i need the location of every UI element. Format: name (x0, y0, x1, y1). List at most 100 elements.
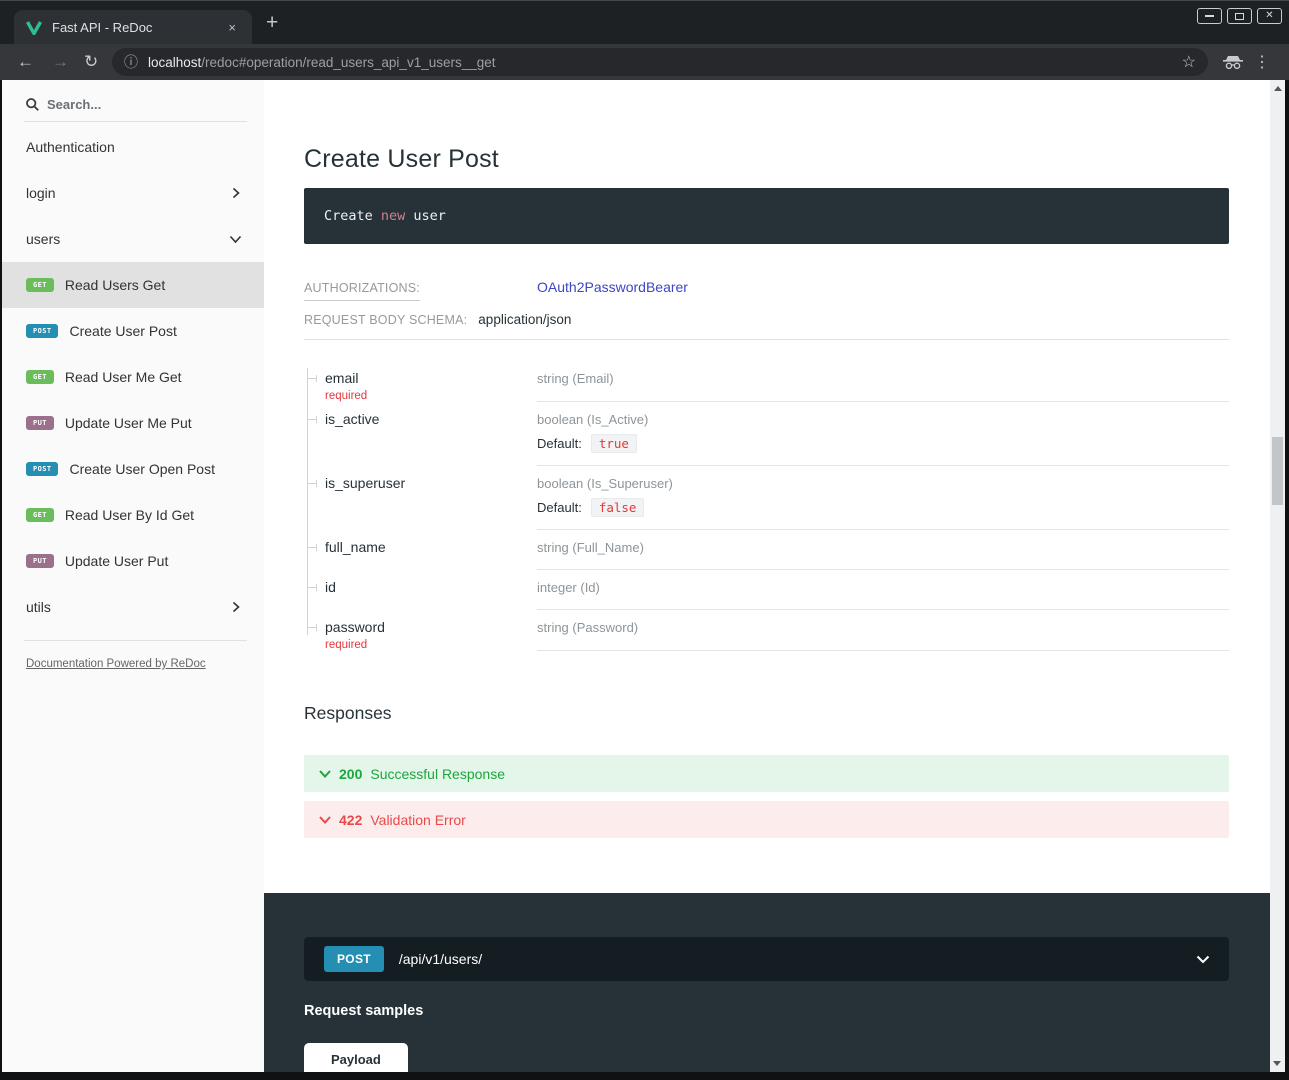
sidebar-item-label: utils (26, 599, 51, 615)
incognito-icon (1223, 55, 1243, 75)
http-method-badge: POST (26, 324, 58, 338)
chevron-down-icon (229, 235, 242, 244)
tab-title: Fast API - ReDoc (52, 20, 224, 35)
url-path: /redoc#operation/read_users_api_v1_users… (201, 55, 495, 70)
field-name[interactable]: full_name (325, 539, 527, 555)
sidebar-item-login[interactable]: login (2, 170, 264, 216)
window-close-button[interactable]: ✕ (1257, 8, 1282, 24)
window-minimize-button[interactable] (1197, 8, 1222, 24)
page-body: Search... Authenticationloginusers GETRe… (2, 80, 1285, 1072)
response-bar-200[interactable]: 200 Successful Response (304, 755, 1229, 792)
forward-icon[interactable]: → (52, 52, 69, 72)
operation-description-code: Create new user (304, 188, 1229, 244)
browser-tabstrip: Fast API - ReDoc × + ✕ (0, 0, 1289, 44)
url-bar[interactable]: ⓘ localhost/redoc#operation/read_users_a… (112, 48, 1208, 76)
scroll-up-arrow-icon[interactable] (1274, 86, 1282, 91)
endpoint-selector[interactable]: POST /api/v1/users/ (304, 937, 1229, 981)
field-required-flag: required (325, 390, 527, 402)
operation-label: Create User Open Post (69, 461, 215, 477)
responses-heading: Responses (304, 703, 1229, 724)
field-name[interactable]: is_superuser (325, 475, 527, 491)
field-type: string (Password) (537, 620, 1229, 635)
field-name[interactable]: email (325, 370, 527, 386)
search-input[interactable]: Search... (2, 80, 264, 121)
sidebar-item-utils[interactable]: utils (2, 584, 264, 630)
operation-label: Read User By Id Get (65, 507, 194, 523)
response-label: Validation Error (370, 812, 465, 828)
code-keyword: new (381, 208, 405, 224)
operation-label: Read User Me Get (65, 369, 182, 385)
http-method-badge: POST (324, 946, 384, 972)
sidebar-operation-read-user-by-id-get[interactable]: GET Read User By Id Get (2, 492, 264, 538)
field-name[interactable]: id (325, 579, 527, 595)
browser-tab[interactable]: Fast API - ReDoc × (14, 10, 252, 45)
http-method-badge: GET (26, 370, 54, 384)
response-code: 422 (339, 812, 362, 828)
payload-tab[interactable]: Payload (304, 1043, 408, 1072)
scrollbar-thumb[interactable] (1272, 437, 1283, 505)
field-default-value: false (591, 498, 645, 517)
field-type: boolean (Is_Active) (537, 412, 1229, 427)
request-body-schema-label: REQUEST BODY SCHEMA: (304, 313, 467, 327)
operation-label: Create User Post (69, 323, 176, 339)
browser-menu-icon[interactable]: ⋮ (1254, 52, 1270, 72)
divider (24, 121, 247, 122)
response-label: Successful Response (370, 766, 505, 782)
sidebar-operation-update-user-put[interactable]: PUTUpdate User Put (2, 538, 264, 584)
sidebar-item-label: login (26, 185, 56, 201)
sidebar-item-authentication[interactable]: Authentication (2, 124, 264, 170)
endpoint-path: /api/v1/users/ (399, 951, 1196, 967)
http-method-badge: PUT (26, 554, 54, 568)
scrollbar[interactable] (1270, 80, 1285, 1072)
field-type: string (Full_Name) (537, 540, 1229, 555)
schema-row-full_name: full_name string (Full_Name) (304, 530, 1229, 570)
response-bar-422[interactable]: 422 Validation Error (304, 801, 1229, 838)
chevron-right-icon (230, 187, 242, 199)
reload-icon[interactable]: ↻ (84, 52, 98, 72)
field-default-value: true (591, 434, 637, 453)
schema-row-id: id integer (Id) (304, 570, 1229, 610)
request-body-mime: application/json (478, 312, 571, 327)
chevron-down-icon (319, 816, 331, 824)
redoc-footer-link[interactable]: Documentation Powered by ReDoc (26, 658, 206, 670)
chevron-right-icon (230, 601, 242, 613)
http-method-badge: POST (26, 462, 58, 476)
back-icon[interactable]: ← (17, 52, 34, 72)
sidebar-operation-update-user-me-put[interactable]: PUTUpdate User Me Put (2, 400, 264, 446)
response-code: 200 (339, 766, 362, 782)
sidebar-operation-create-user-open-post[interactable]: POST Create User Open Post (2, 446, 264, 492)
authorizations-value-link[interactable]: OAuth2PasswordBearer (537, 279, 688, 295)
field-default: Default:true (537, 436, 1229, 451)
chevron-down-icon (319, 770, 331, 778)
page-title: Create User Post (304, 144, 1229, 174)
divider (304, 339, 1229, 340)
url-text: localhost/redoc#operation/read_users_api… (148, 55, 1174, 70)
url-host: localhost (148, 55, 201, 70)
tab-close-icon[interactable]: × (224, 20, 240, 35)
request-console-panel: POST /api/v1/users/ Request samples Payl… (264, 893, 1270, 1072)
bookmark-star-icon[interactable]: ☆ (1182, 52, 1196, 72)
main-content: Create User Post Create new user AUTHORI… (264, 80, 1270, 1072)
sidebar-operation-read-user-me-get[interactable]: GET Read User Me Get (2, 354, 264, 400)
sidebar: Search... Authenticationloginusers GETRe… (2, 80, 264, 1072)
browser-toolbar: ← → ↻ ⓘ localhost/redoc#operation/read_u… (0, 44, 1289, 80)
field-name[interactable]: password (325, 619, 527, 635)
sidebar-item-label: users (26, 231, 60, 247)
schema-row-is_superuser: is_superuserboolean (Is_Superuser)Defaul… (304, 466, 1229, 530)
http-method-badge: GET (26, 278, 54, 292)
page-info-icon[interactable]: ⓘ (124, 52, 138, 72)
schema-row-password: passwordrequiredstring (Password) (304, 610, 1229, 651)
window-maximize-button[interactable] (1227, 8, 1252, 24)
scroll-down-arrow-icon[interactable] (1273, 1061, 1281, 1066)
field-type: integer (Id) (537, 580, 1229, 595)
search-placeholder: Search... (47, 97, 101, 112)
authorizations-label: AUTHORIZATIONS: (304, 281, 537, 295)
field-name[interactable]: is_active (325, 411, 527, 427)
sidebar-operation-create-user-post[interactable]: POST Create User Post (2, 308, 264, 354)
sidebar-operation-read-users-get[interactable]: GETRead Users Get (2, 262, 264, 308)
new-tab-button[interactable]: + (266, 10, 278, 36)
http-method-badge: GET (26, 508, 54, 522)
request-body-schema-table: emailrequiredstring (Email)is_activebool… (304, 361, 1229, 651)
sidebar-item-users[interactable]: users (2, 216, 264, 262)
schema-row-is_active: is_active boolean (Is_Active) Default:true (304, 402, 1229, 466)
